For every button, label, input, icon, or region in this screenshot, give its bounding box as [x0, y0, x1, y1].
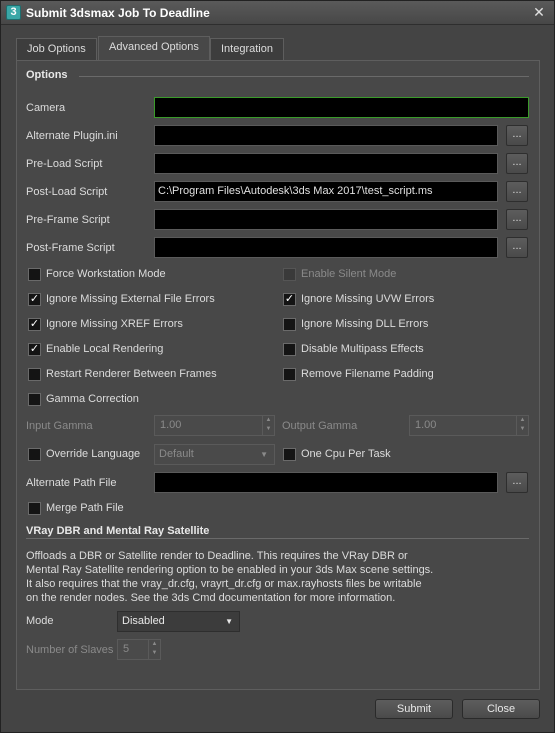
post-frame-script-input[interactable] [154, 237, 498, 258]
checkbox-label: Gamma Correction [46, 393, 139, 405]
tab-integration[interactable]: Integration [210, 38, 284, 60]
checkbox-label: One Cpu Per Task [301, 448, 391, 460]
submit-dialog: 3 Submit 3dsmax Job To Deadline ✕ Job Op… [0, 0, 555, 733]
tab-advanced-options[interactable]: Advanced Options [98, 36, 210, 60]
alternate-plugin-ini-label: Alternate Plugin.ini [26, 130, 118, 142]
vray-description: Offloads a DBR or Satellite render to De… [26, 550, 434, 604]
pre-frame-script-browse-button[interactable]: ... [506, 209, 528, 230]
check-icon[interactable]: ✓ [28, 343, 41, 356]
alternate-path-file-browse-button[interactable]: ... [506, 472, 528, 493]
input-gamma-value: 1.00 [160, 419, 182, 431]
checkbox-box[interactable] [28, 368, 41, 381]
checkbox-label: Remove Filename Padding [301, 368, 434, 380]
mode-value: Disabled [122, 615, 165, 627]
checkbox-label: Ignore Missing XREF Errors [46, 318, 183, 330]
check-icon[interactable]: ✓ [28, 318, 41, 331]
mode-label: Mode [26, 615, 54, 627]
checkbox-box[interactable] [283, 448, 296, 461]
checkbox-label: Ignore Missing External File Errors [46, 293, 215, 305]
mode-dropdown[interactable]: Disabled ▼ [117, 611, 240, 632]
checkbox-box[interactable] [28, 448, 41, 461]
post-load-script-input[interactable]: C:\Program Files\Autodesk\3ds Max 2017\t… [154, 181, 498, 202]
checkbox-label: Restart Renderer Between Frames [46, 368, 217, 380]
output-gamma-spinbox: 1.00 ▲ ▼ [409, 415, 529, 436]
number-of-slaves-value: 5 [123, 643, 130, 655]
checkbox-label: Force Workstation Mode [46, 268, 166, 280]
alternate-path-file-input[interactable] [154, 472, 498, 493]
app-icon: 3 [6, 5, 21, 20]
camera-label: Camera [26, 102, 66, 114]
output-gamma-label: Output Gamma [282, 420, 358, 432]
pre-frame-script-input[interactable] [154, 209, 498, 230]
vray-divider [26, 538, 529, 539]
chevron-down-icon: ▼ [260, 450, 268, 459]
checkbox-label: Ignore Missing DLL Errors [301, 318, 429, 330]
checkbox-box[interactable] [283, 318, 296, 331]
spin-arrows-icon: ▲ ▼ [262, 416, 274, 435]
checkbox-box[interactable] [28, 268, 41, 281]
checkbox-box[interactable] [28, 502, 41, 515]
spin-arrows-icon: ▲ ▼ [148, 640, 160, 659]
options-divider [79, 76, 529, 77]
input-gamma-spinbox: 1.00 ▲ ▼ [154, 415, 275, 436]
number-of-slaves-spinbox: 5 ▲ ▼ [117, 639, 161, 660]
close-icon[interactable]: ✕ [531, 4, 547, 20]
submit-button[interactable]: Submit [375, 699, 453, 719]
post-load-script-label: Post-Load Script [26, 186, 108, 198]
vray-heading: VRay DBR and Mental Ray Satellite [26, 525, 210, 537]
post-frame-script-browse-button[interactable]: ... [506, 237, 528, 258]
post-load-script-browse-button[interactable]: ... [506, 181, 528, 202]
checkbox-box[interactable] [283, 368, 296, 381]
close-button[interactable]: Close [462, 699, 540, 719]
check-icon[interactable]: ✓ [28, 293, 41, 306]
checkbox-label: Override Language [46, 448, 141, 460]
post-frame-script-label: Post-Frame Script [26, 242, 115, 254]
window-title: Submit 3dsmax Job To Deadline [26, 6, 210, 20]
language-dropdown: Default ▼ [154, 444, 275, 465]
check-icon[interactable]: ✓ [283, 293, 296, 306]
title-bar: 3 Submit 3dsmax Job To Deadline ✕ [1, 1, 554, 25]
checkbox-label: Disable Multipass Effects [301, 343, 424, 355]
language-value: Default [159, 448, 194, 460]
pre-frame-script-label: Pre-Frame Script [26, 214, 110, 226]
alternate-plugin-ini-browse-button[interactable]: ... [506, 125, 528, 146]
checkbox-label: Enable Silent Mode [301, 268, 397, 280]
output-gamma-value: 1.00 [415, 419, 437, 431]
number-of-slaves-label: Number of Slaves [26, 644, 114, 656]
pre-load-script-label: Pre-Load Script [26, 158, 103, 170]
camera-input[interactable] [154, 97, 529, 118]
alternate-plugin-ini-input[interactable] [154, 125, 498, 146]
tab-job-options[interactable]: Job Options [16, 38, 97, 60]
checkbox-label: Merge Path File [46, 502, 124, 514]
checkbox-box[interactable] [28, 393, 41, 406]
options-heading: Options [26, 69, 68, 81]
spin-arrows-icon: ▲ ▼ [516, 416, 528, 435]
checkbox-label: Ignore Missing UVW Errors [301, 293, 435, 305]
input-gamma-label: Input Gamma [26, 420, 93, 432]
chevron-down-icon: ▼ [225, 617, 233, 626]
checkbox-label: Enable Local Rendering [46, 343, 164, 355]
checkbox-box [283, 268, 296, 281]
alternate-path-file-label: Alternate Path File [26, 477, 117, 489]
pre-load-script-browse-button[interactable]: ... [506, 153, 528, 174]
pre-load-script-input[interactable] [154, 153, 498, 174]
checkbox-box[interactable] [283, 343, 296, 356]
